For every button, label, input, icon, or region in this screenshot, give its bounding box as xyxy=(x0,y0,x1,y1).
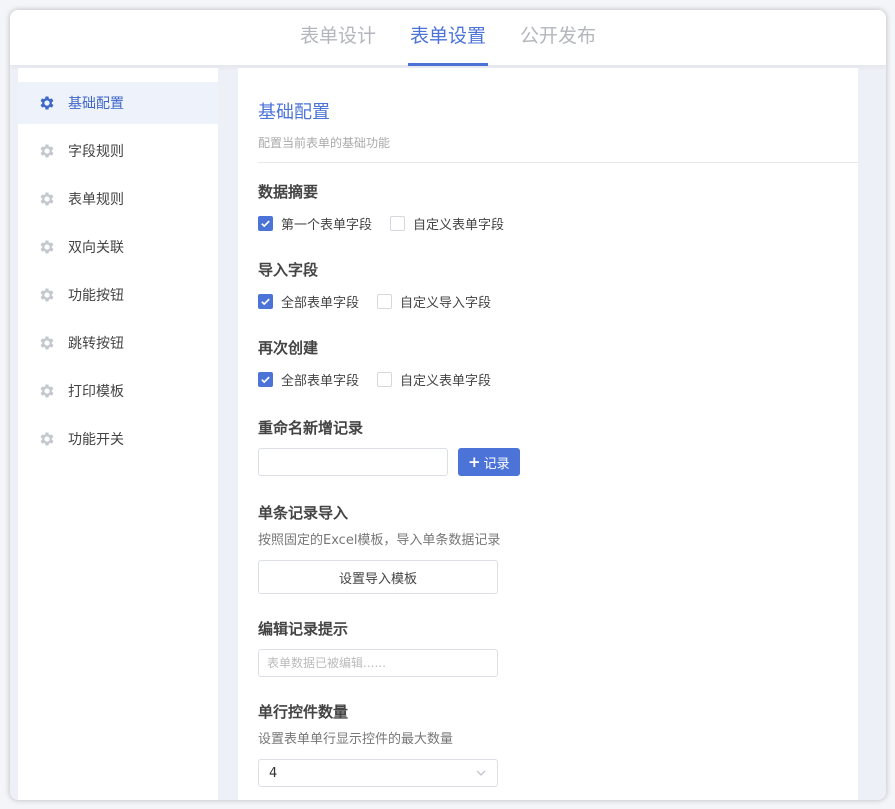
checkbox-label: 自定义表单字段 xyxy=(400,374,492,389)
row-controls-select[interactable]: 4 xyxy=(258,759,498,787)
gear-icon xyxy=(38,286,56,304)
recreate-section: 再次创建 全部表单字段 自定义表单字段 xyxy=(258,337,838,389)
edit-tip-input[interactable] xyxy=(258,649,498,677)
data-summary-section: 数据摘要 第一个表单字段 自定义表单字段 xyxy=(258,181,838,233)
checkbox-label: 自定义导入字段 xyxy=(400,296,492,311)
checkbox-label: 第一个表单字段 xyxy=(281,218,373,233)
check-icon xyxy=(261,220,270,228)
select-value: 4 xyxy=(269,765,278,781)
sidebar-item-print-template[interactable]: 打印模板 xyxy=(18,370,218,412)
checkbox-label: 全部表单字段 xyxy=(281,374,360,389)
gear-icon xyxy=(38,190,56,208)
chevron-down-icon xyxy=(476,770,486,776)
sidebar-item-label: 字段规则 xyxy=(68,144,124,160)
checkbox-custom-field[interactable]: 自定义表单字段 xyxy=(377,370,491,389)
checkbox-custom-import[interactable]: 自定义导入字段 xyxy=(377,292,491,311)
gear-icon xyxy=(38,238,56,256)
checkbox-custom-field[interactable]: 自定义表单字段 xyxy=(390,214,504,233)
set-import-template-button[interactable]: 设置导入模板 xyxy=(258,560,498,594)
row-controls-section: 单行控件数量 设置表单单行显示控件的最大数量 4 xyxy=(258,701,838,787)
import-fields-section: 导入字段 全部表单字段 自定义导入字段 xyxy=(258,259,838,311)
checkbox-checked[interactable] xyxy=(258,372,273,387)
page-subtitle: 配置当前表单的基础功能 xyxy=(258,136,391,150)
sidebar-item-label: 功能开关 xyxy=(68,432,124,448)
tab-form-design[interactable]: 表单设计 xyxy=(298,10,378,66)
check-icon xyxy=(261,376,270,384)
section-title: 数据摘要 xyxy=(258,183,319,201)
sidebar-item-label: 打印模板 xyxy=(68,384,124,400)
section-description: 按照固定的Excel模板，导入单条数据记录 xyxy=(258,533,501,548)
section-title: 再次创建 xyxy=(258,339,319,357)
sidebar-item-label: 双向关联 xyxy=(68,240,124,256)
sidebar-item-jump-buttons[interactable]: 跳转按钮 xyxy=(18,322,218,364)
header-bar: 表单设计 表单设置 公开发布 xyxy=(10,10,886,66)
checkbox-checked[interactable] xyxy=(258,216,273,231)
section-description: 设置表单单行显示控件的最大数量 xyxy=(258,732,454,747)
checkbox-all-fields[interactable]: 全部表单字段 xyxy=(258,370,359,389)
checkbox-all-fields[interactable]: 全部表单字段 xyxy=(258,292,359,311)
add-record-button[interactable]: + 记录 xyxy=(458,448,520,476)
sidebar-item-label: 跳转按钮 xyxy=(68,336,124,352)
checkbox-checked[interactable] xyxy=(258,294,273,309)
section-title: 单行控件数量 xyxy=(258,703,349,721)
sidebar-item-label: 基础配置 xyxy=(68,96,124,112)
checkbox-first-field[interactable]: 第一个表单字段 xyxy=(258,214,372,233)
button-label: 记录 xyxy=(483,456,510,472)
gear-icon xyxy=(38,94,56,112)
gear-icon xyxy=(38,382,56,400)
gear-icon xyxy=(38,334,56,352)
rename-record-input[interactable] xyxy=(258,448,448,476)
tab-form-settings[interactable]: 表单设置 xyxy=(407,10,489,66)
checkbox-unchecked[interactable] xyxy=(377,294,393,309)
checkbox-label: 全部表单字段 xyxy=(281,296,360,311)
sidebar-item-form-rules[interactable]: 表单规则 xyxy=(18,178,218,220)
sidebar-item-basic-config[interactable]: 基础配置 xyxy=(18,82,218,124)
checkbox-unchecked[interactable] xyxy=(390,216,406,231)
check-icon xyxy=(261,298,270,306)
gear-icon xyxy=(38,430,56,448)
sidebar-item-label: 功能按钮 xyxy=(68,288,124,304)
top-tabs: 表单设计 表单设置 公开发布 xyxy=(10,10,886,66)
gear-icon xyxy=(38,142,56,160)
section-title: 重命名新增记录 xyxy=(258,419,364,437)
rename-record-section: 重命名新增记录 + 记录 xyxy=(258,417,838,476)
sidebar: 基础配置 字段规则 表单规则 双向关联 功能按钮 跳转按钮 打印模板 功能开关 xyxy=(18,68,218,800)
sidebar-item-field-rules[interactable]: 字段规则 xyxy=(18,130,218,172)
section-title: 导入字段 xyxy=(258,261,319,279)
sidebar-item-function-buttons[interactable]: 功能按钮 xyxy=(18,274,218,316)
edit-tip-section: 编辑记录提示 xyxy=(258,618,838,677)
single-import-section: 单条记录导入 按照固定的Excel模板，导入单条数据记录 设置导入模板 xyxy=(258,502,838,594)
sidebar-item-feature-switch[interactable]: 功能开关 xyxy=(18,418,218,460)
tab-publish[interactable]: 公开发布 xyxy=(518,10,598,66)
page-title: 基础配置 xyxy=(258,102,330,123)
plus-icon: + xyxy=(468,453,481,471)
section-title: 单条记录导入 xyxy=(258,504,349,522)
checkbox-label: 自定义表单字段 xyxy=(413,218,505,233)
settings-panel: 基础配置 配置当前表单的基础功能 数据摘要 第一个表单字段 自定义表单字段 导入… xyxy=(238,68,859,800)
sidebar-item-bidirectional-link[interactable]: 双向关联 xyxy=(18,226,218,268)
sidebar-item-label: 表单规则 xyxy=(68,192,124,208)
app-window: 表单设计 表单设置 公开发布 基础配置 字段规则 表单规则 双向关联 功能按钮 … xyxy=(10,10,886,800)
checkbox-unchecked[interactable] xyxy=(377,372,393,387)
section-title: 编辑记录提示 xyxy=(258,620,349,638)
divider xyxy=(258,162,859,163)
